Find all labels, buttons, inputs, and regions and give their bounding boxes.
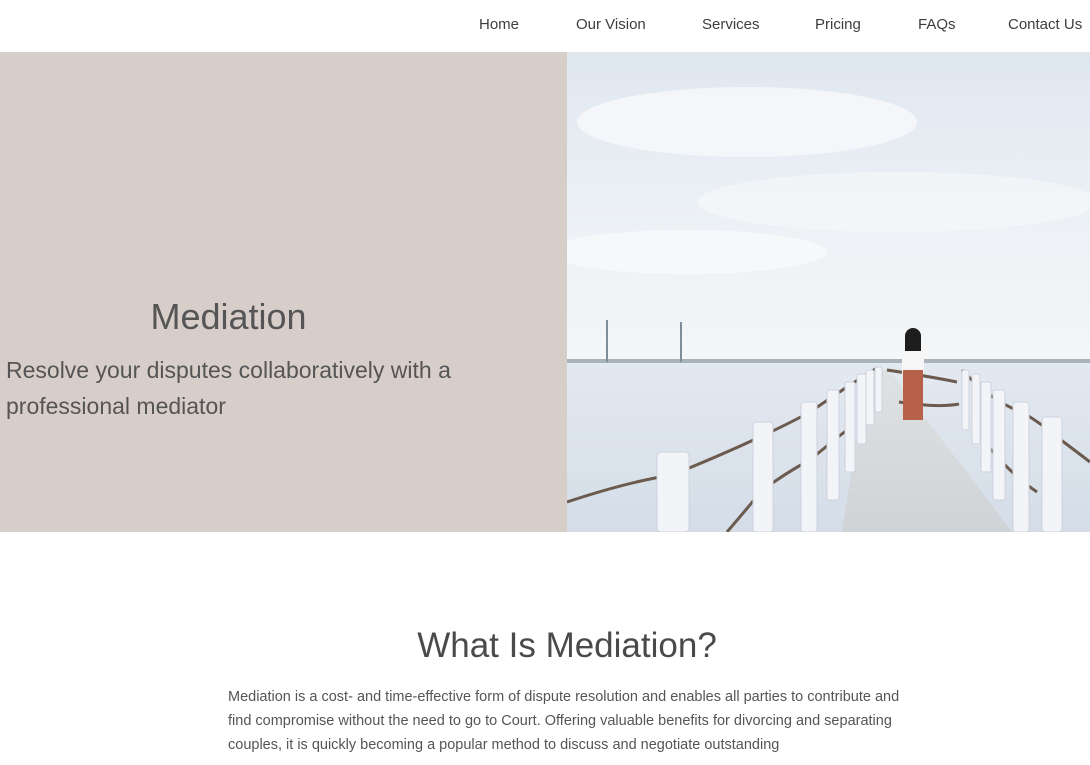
hero-text-panel: Mediation Resolve your disputes collabor…	[0, 52, 567, 532]
hero-title: Mediation	[150, 296, 307, 337]
nav-services-link[interactable]: Services	[702, 16, 760, 33]
top-navigation: Home Our Vision Services Pricing FAQs Co…	[0, 0, 1090, 52]
pier-photo-icon	[567, 52, 1090, 532]
nav-contact-us-link[interactable]: Contact Us	[1008, 16, 1082, 33]
hero-pier-image	[567, 52, 1090, 532]
section-title: What Is Mediation?	[417, 626, 717, 665]
nav-faqs-link[interactable]: FAQs	[918, 16, 956, 33]
section-body: Mediation is a cost- and time-effective …	[228, 689, 900, 753]
nav-home-link[interactable]: Home	[479, 16, 519, 33]
nav-pricing-link[interactable]: Pricing	[815, 16, 861, 33]
nav-our-vision-link[interactable]: Our Vision	[576, 16, 646, 33]
hero-subtitle: Resolve your disputes collaboratively wi…	[6, 357, 451, 419]
